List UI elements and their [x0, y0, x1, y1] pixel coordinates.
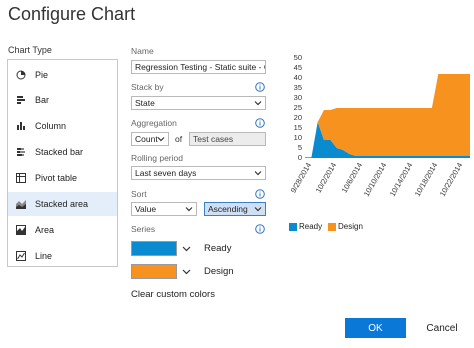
series-name-ready: Ready [204, 243, 232, 254]
chart-type-bar[interactable]: Bar [8, 88, 117, 112]
name-input[interactable]: Regression Testing - Static suite - Ch [131, 60, 266, 74]
info-icon[interactable] [255, 224, 265, 234]
y-tick-label: 25 [293, 103, 302, 112]
chevron-down-icon [157, 137, 165, 142]
stacked-area-icon [16, 199, 26, 209]
aggregation-label: Aggregation [131, 118, 177, 128]
chart-type-area[interactable]: Area [8, 218, 117, 242]
chart-type-label-bar: Bar [35, 95, 50, 105]
x-tick-label: 9/28/2014 [288, 161, 314, 195]
info-icon[interactable] [255, 189, 265, 199]
area-icon [16, 225, 26, 235]
chart-type-list: Pie Bar Column Stacked bar Pivot table S… [7, 59, 118, 267]
y-tick-label: 15 [293, 123, 302, 132]
aggregation-value: Count [135, 134, 158, 144]
y-tick-label: 20 [293, 113, 302, 122]
chevron-down-icon[interactable] [182, 244, 191, 253]
chart-type-label-stacked-area: Stacked area [35, 199, 89, 209]
stack-by-value: State [135, 98, 155, 108]
chevron-down-icon [185, 207, 193, 212]
cancel-button[interactable]: Cancel [416, 318, 468, 338]
y-tick-label: 35 [293, 83, 302, 92]
legend-label-ready: Ready [299, 222, 323, 231]
x-tick-label: 10/14/2014 [387, 161, 414, 199]
sort-order-select[interactable]: Ascending [204, 202, 266, 216]
y-tick-label: 45 [293, 63, 302, 72]
chevron-down-icon [254, 101, 262, 106]
x-tick-label: 10/6/2014 [339, 161, 364, 195]
chart-type-stacked-bar[interactable]: Stacked bar [8, 140, 117, 164]
ok-button[interactable]: OK [345, 318, 406, 338]
rolling-period-select[interactable]: Last seven days [131, 166, 266, 180]
aggregation-select[interactable]: Count [131, 132, 169, 146]
chart-type-pivot-table[interactable]: Pivot table [8, 166, 117, 190]
chart-type-label-column: Column [35, 121, 67, 131]
sort-label: Sort [131, 189, 147, 199]
rolling-period-value: Last seven days [135, 168, 197, 178]
chevron-down-icon [254, 171, 262, 176]
x-tick-label: 10/10/2014 [361, 161, 389, 199]
series-label: Series [131, 224, 156, 234]
x-tick-label: 10/2/2014 [314, 161, 339, 195]
y-tick-label: 10 [293, 133, 302, 142]
stacked-area-chart [305, 74, 470, 158]
x-tick-label: 10/18/2014 [412, 161, 440, 199]
dialog-title: Configure Chart [8, 4, 136, 24]
name-label: Name [131, 46, 154, 56]
info-icon[interactable] [255, 82, 265, 92]
chevron-down-icon [254, 207, 262, 212]
bar-icon [16, 95, 26, 105]
legend-swatch-ready [289, 223, 297, 231]
of-label: of [175, 134, 183, 144]
chart-type-label-stacked-bar: Stacked bar [35, 147, 84, 157]
x-tick-label: 10/22/2014 [438, 161, 465, 199]
aggregation-field: Test cases [189, 132, 266, 146]
y-tick-label: 30 [293, 93, 302, 102]
series-name-design: Design [204, 266, 234, 277]
pivot-table-icon [16, 173, 26, 183]
sort-order-value: Ascending [208, 204, 248, 214]
chevron-down-icon[interactable] [182, 267, 191, 276]
legend-label-design: Design [338, 222, 363, 231]
chart-type-label-pivot-table: Pivot table [35, 173, 78, 183]
clear-custom-colors-link[interactable]: Clear custom colors [131, 289, 215, 300]
chart-type-column[interactable]: Column [8, 114, 117, 138]
chart-type-line[interactable]: Line [8, 244, 117, 268]
series-color-design[interactable] [131, 264, 177, 279]
chart-type-label-area: Area [35, 225, 55, 235]
y-tick-label: 40 [293, 73, 302, 82]
column-icon [16, 121, 26, 131]
series-color-ready[interactable] [131, 241, 177, 256]
rolling-period-label: Rolling period [131, 153, 183, 163]
y-tick-label: 50 [293, 53, 302, 62]
info-icon[interactable] [255, 118, 265, 128]
chart-type-stacked-area[interactable]: Stacked area [8, 192, 117, 216]
y-tick-label: 5 [297, 143, 302, 152]
pie-icon [16, 70, 26, 80]
chart-type-pie[interactable]: Pie [8, 63, 117, 87]
stack-by-label: Stack by [131, 82, 164, 92]
chart-type-label-line: Line [35, 251, 53, 261]
chart-type-label-pie: Pie [35, 70, 49, 80]
legend-swatch-design [328, 223, 336, 231]
sort-field-value: Value [135, 204, 157, 214]
sort-field-select[interactable]: Value [131, 202, 197, 216]
y-tick-label: 0 [297, 153, 302, 162]
stacked-bar-icon [16, 147, 26, 157]
chart-type-label: Chart Type [8, 45, 52, 55]
stack-by-select[interactable]: State [131, 96, 266, 110]
line-icon [16, 251, 26, 261]
